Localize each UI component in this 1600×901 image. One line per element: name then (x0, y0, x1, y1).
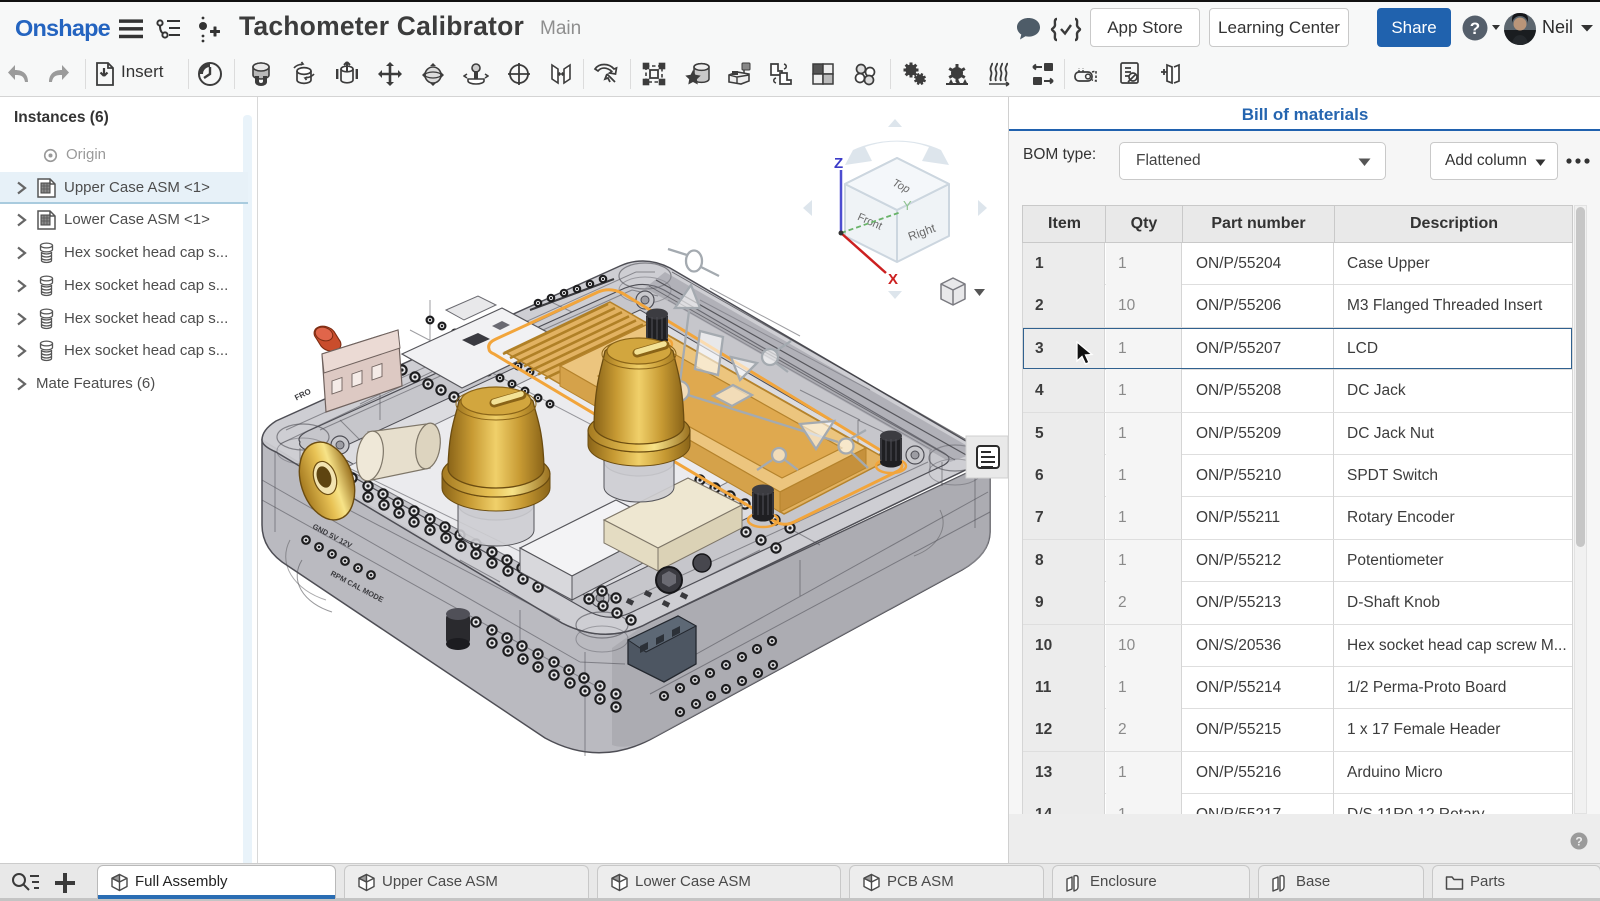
svg-text:?: ? (1470, 19, 1480, 38)
svg-text:?: ? (1575, 835, 1582, 849)
svg-text:Z: Z (834, 155, 843, 172)
svg-text:X: X (888, 271, 898, 288)
svg-text:FRO: FRO (293, 387, 312, 403)
svg-text:Y: Y (903, 198, 912, 213)
